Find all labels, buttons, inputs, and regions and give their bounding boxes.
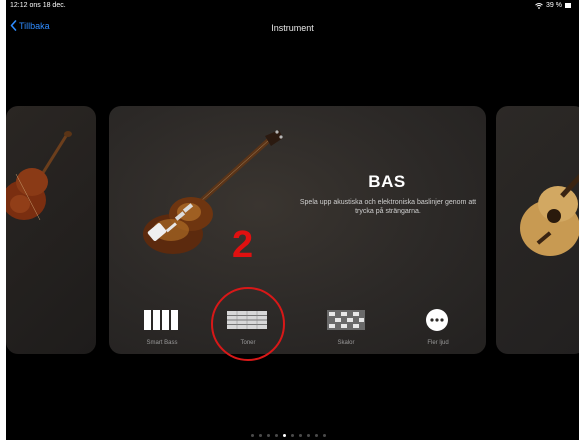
- page-title: Instrument: [271, 23, 314, 33]
- page-dot: [323, 434, 326, 437]
- page-dot: [291, 434, 294, 437]
- skalor-option[interactable]: Skalor: [314, 304, 378, 350]
- more-sounds-label: Fler ljud: [427, 340, 449, 346]
- page-dot: [307, 434, 310, 437]
- instrument-card-guitar[interactable]: [496, 106, 579, 354]
- page-dot: [275, 434, 278, 437]
- bass-guitar-illustration: [143, 130, 283, 254]
- violin-illustration: [6, 131, 72, 221]
- status-time: 12:12 ons 18 dec.: [10, 2, 66, 9]
- scale-grid-icon: [327, 310, 365, 330]
- page-dot: [267, 434, 270, 437]
- annotation-step-number: 2: [232, 224, 254, 266]
- status-right: 39 %: [535, 2, 571, 9]
- page-indicator[interactable]: [251, 434, 326, 437]
- page-dot: [259, 434, 262, 437]
- wifi-icon: [535, 2, 543, 9]
- smart-bass-option[interactable]: Smart Bass: [130, 304, 194, 350]
- smart-bass-label: Smart Bass: [146, 340, 178, 346]
- more-sounds-option[interactable]: Fler ljud: [406, 304, 470, 350]
- status-bar: 12:12 ons 18 dec. 39 %: [6, 0, 579, 12]
- instrument-card-strings[interactable]: [6, 106, 96, 354]
- more-dots-icon: [426, 309, 448, 331]
- page-dot: [299, 434, 302, 437]
- battery-percent: 39 %: [546, 2, 562, 9]
- skalor-label: Skalor: [337, 340, 355, 346]
- app-screen: 12:12 ons 18 dec. 39 % Tillbaka Instrume…: [6, 0, 579, 440]
- instrument-title: BAS: [368, 172, 406, 191]
- instrument-card-bass[interactable]: BAS Spela upp akustiska och elektroniska…: [109, 106, 486, 354]
- smart-bass-keys-icon: [144, 310, 178, 330]
- acoustic-guitar-illustration: [520, 173, 579, 256]
- battery-icon: [565, 3, 571, 8]
- page-dot: [315, 434, 318, 437]
- instrument-description: Spela upp akustiska och elektroniska bas…: [299, 199, 477, 215]
- annotation-circle: [211, 287, 285, 361]
- page-dot: [251, 434, 254, 437]
- page-dot: [283, 434, 286, 437]
